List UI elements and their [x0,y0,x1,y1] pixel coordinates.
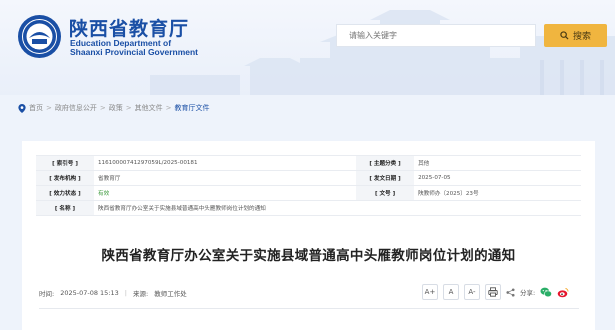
print-button[interactable] [485,284,501,300]
search-button[interactable]: 搜索 [544,24,607,47]
meta-row: [ 名称 ] 陕西省教育厅办公室关于实施县域普通高中头雁教师岗位计划的通知 [36,200,581,216]
meta-value-status: 有效 [94,185,357,201]
location-pin-icon [18,103,26,113]
meta-value-publisher: 省教育厅 [94,170,357,186]
source-label: 来源: [132,290,149,298]
meta-value-category: 其他 [414,155,581,171]
site-title-cn[interactable]: 陕西省教育厅 [69,14,189,41]
article-panel: [ 索引号 ] 11610000741297059L/2025-00181 [ … [22,141,595,330]
meta-row: [ 发布机构 ] 省教育厅 [ 发文日期 ] 2025-07-05 [36,170,581,186]
search-button-label: 搜索 [572,31,591,41]
meta-key-status: [ 效力状态 ] [36,185,94,201]
breadcrumb-policy[interactable]: 政策 [109,103,123,113]
site-header: EDU 陕西省教育厅 Education Department of Shaan… [0,0,615,95]
meta-key-publisher: [ 发布机构 ] [36,170,94,186]
meta-value-issue-date: 2025-07-05 [414,170,581,186]
breadcrumb-separator: > [165,104,172,112]
share-label: 分享: [520,289,536,297]
breadcrumb-home[interactable]: 首页 [29,103,43,113]
font-size-medium-button[interactable]: A [443,284,459,300]
breadcrumb-separator: > [46,104,52,112]
source-value: 教师工作处 [154,290,187,298]
meta-row: [ 索引号 ] 11610000741297059L/2025-00181 [ … [36,155,581,171]
meta-key-category: [ 主题分类 ] [356,155,415,171]
meta-value-doc-number: 陕教师办〔2025〕23号 [414,185,581,201]
wechat-icon[interactable] [540,287,553,298]
search-input[interactable] [336,24,536,47]
search-icon [560,31,569,40]
time-label: 时间: [39,290,55,298]
meta-key-index: [ 索引号 ] [36,155,94,171]
divider [39,308,579,309]
font-size-large-button[interactable]: A+ [422,284,438,300]
time-value: 2025-07-08 15:13 [60,289,119,297]
meta-value-name: 陕西省教育厅办公室关于实施县域普通高中头雁教师岗位计划的通知 [94,200,581,216]
meta-row: [ 效力状态 ] 有效 [ 文号 ] 陕教师办〔2025〕23号 [36,185,581,201]
emblem-text: EDU [35,45,45,50]
breadcrumb-gov-info[interactable]: 政府信息公开 [55,103,97,113]
breadcrumb-separator: > [125,104,132,112]
breadcrumb-other-docs[interactable]: 其他文件 [135,103,163,113]
weibo-icon[interactable] [557,287,569,298]
edu-emblem-logo[interactable]: EDU [17,14,62,59]
print-icon [488,287,498,297]
document-info-line: 时间: 2025-07-08 15:13 | 来源: 教师工作处 [39,288,187,298]
article-tools: A+ A A- 分享: [422,284,569,300]
breadcrumb-separator: > [99,104,106,112]
share-icon [506,287,515,297]
meta-key-doc-number: [ 文号 ] [356,185,415,201]
site-title-en-line2: Shaanxi Provincial Government [70,47,199,57]
meta-key-issue-date: [ 发文日期 ] [356,170,415,186]
meta-value-index: 11610000741297059L/2025-00181 [94,155,357,171]
breadcrumb: 首页 > 政府信息公开 > 政策 > 其他文件 > 教育厅文件 [18,102,210,114]
document-title: 陕西省教育厅办公室关于实施县域普通高中头雁教师岗位计划的通知 [101,248,516,264]
info-separator: | [124,289,127,297]
document-meta-table: [ 索引号 ] 11610000741297059L/2025-00181 [ … [36,155,581,216]
font-size-small-button[interactable]: A- [464,284,480,300]
meta-key-name: [ 名称 ] [36,200,94,216]
breadcrumb-current[interactable]: 教育厅文件 [175,103,210,113]
